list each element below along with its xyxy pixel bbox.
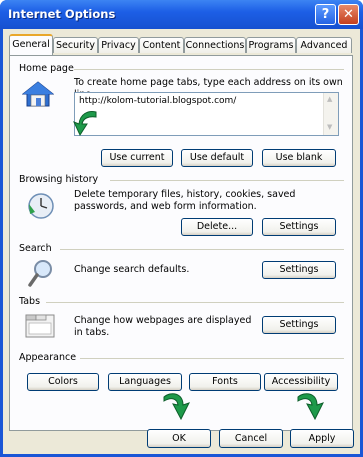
- search-description: Change search defaults.: [74, 264, 190, 275]
- general-panel: Home page To create home page tabs, type…: [9, 55, 353, 431]
- search-magnifier-icon: [28, 260, 52, 287]
- scroll-down-icon[interactable]: ▼: [327, 123, 332, 131]
- title-bar[interactable]: Internet Options ? ✕: [0, 0, 363, 29]
- history-settings-button[interactable]: Settings: [262, 218, 336, 236]
- scroll-up-icon[interactable]: ▲: [327, 95, 332, 103]
- tab-connections[interactable]: Connections: [184, 37, 246, 53]
- cancel-button[interactable]: Cancel: [219, 429, 283, 448]
- tabs-description: Change how webpages are displayed in tab…: [74, 315, 252, 338]
- search-heading: Search: [19, 243, 52, 254]
- ok-button[interactable]: OK: [147, 429, 211, 448]
- tab-security[interactable]: Security: [53, 37, 98, 53]
- tabs-settings-button[interactable]: Settings: [262, 316, 336, 334]
- url-text[interactable]: http://kolom-tutorial.blogspot.com/: [79, 96, 236, 106]
- colors-button[interactable]: Colors: [27, 373, 99, 391]
- section-divider: [110, 180, 344, 181]
- search-settings-button[interactable]: Settings: [262, 261, 336, 279]
- fonts-button[interactable]: Fonts: [189, 373, 261, 391]
- home-page-heading: Home page: [19, 63, 74, 74]
- tab-bar: General Security Privacy Content Connect…: [9, 34, 354, 56]
- tabs-heading: Tabs: [19, 296, 41, 307]
- tab-advanced[interactable]: Advanced: [296, 37, 352, 53]
- window-title: Internet Options: [8, 7, 116, 21]
- apply-button[interactable]: Apply: [290, 429, 354, 448]
- browsing-history-description: Delete temporary files, history, cookies…: [74, 189, 296, 212]
- section-divider: [80, 358, 344, 359]
- browsing-history-heading: Browsing history: [19, 174, 99, 185]
- tab-general[interactable]: General: [9, 34, 53, 55]
- section-divider: [46, 302, 344, 303]
- use-blank-button[interactable]: Use blank: [262, 149, 336, 167]
- green-arrow-icon: [297, 393, 324, 421]
- dialog-body: General Security Privacy Content Connect…: [3, 29, 360, 454]
- use-current-button[interactable]: Use current: [101, 149, 173, 167]
- use-default-button[interactable]: Use default: [181, 149, 253, 167]
- delete-history-button[interactable]: Delete...: [181, 218, 253, 236]
- history-clock-icon: [28, 193, 54, 219]
- section-divider: [74, 69, 344, 70]
- tab-content[interactable]: Content: [139, 37, 184, 53]
- green-arrow-icon: [73, 111, 97, 137]
- green-arrow-icon: [163, 393, 190, 421]
- home-icon: [22, 81, 54, 107]
- home-page-url-input[interactable]: http://kolom-tutorial.blogspot.com/ ▲ ▼: [74, 92, 339, 136]
- section-divider: [60, 249, 344, 250]
- help-button[interactable]: ?: [315, 4, 336, 25]
- internet-options-window: Internet Options ? ✕ General Security Pr…: [0, 0, 363, 457]
- url-scrollbar[interactable]: ▲ ▼: [323, 93, 338, 135]
- tabs-window-icon: [25, 314, 55, 338]
- close-button[interactable]: ✕: [338, 4, 359, 25]
- tab-privacy[interactable]: Privacy: [98, 37, 139, 53]
- appearance-heading: Appearance: [19, 352, 77, 363]
- tab-programs[interactable]: Programs: [246, 37, 296, 53]
